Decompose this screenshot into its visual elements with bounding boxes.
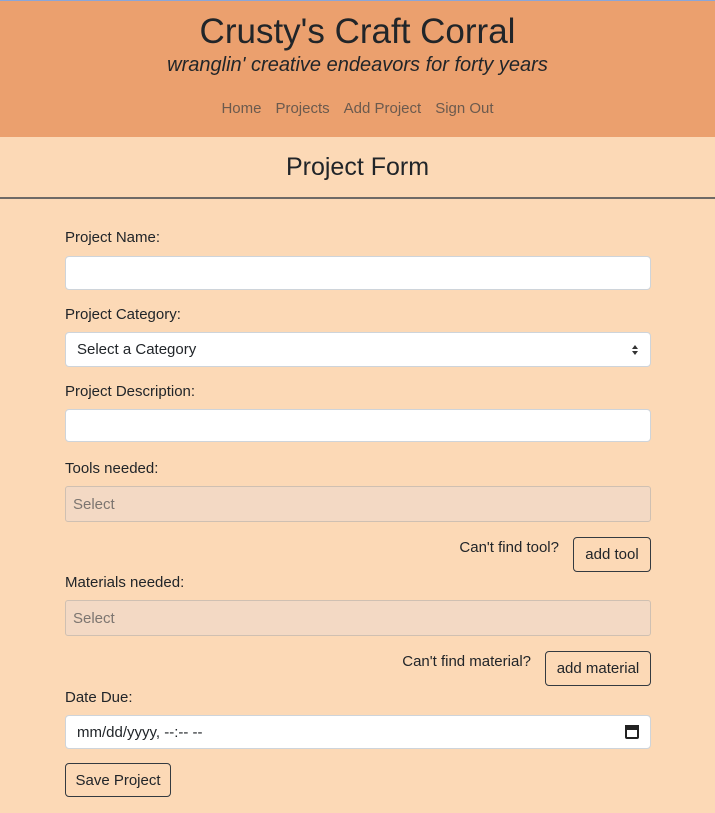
project-category-select[interactable]: Select a Category — [65, 332, 651, 367]
tools-placeholder: Select — [73, 495, 115, 513]
site-tagline: wranglin' creative endeavors for forty y… — [167, 54, 548, 76]
calendar-icon[interactable] — [625, 725, 639, 739]
nav-add-project-link[interactable]: Add Project — [344, 99, 422, 119]
date-due-label: Date Due: — [65, 689, 133, 706]
materials-multiselect[interactable]: Select — [65, 600, 651, 636]
site-title: Crusty's Craft Corral — [199, 12, 516, 51]
add-material-button[interactable]: add material — [545, 651, 651, 686]
date-due-input[interactable]: mm/dd/yyyy, --:-- -- — [65, 715, 651, 749]
tools-multiselect[interactable]: Select — [65, 486, 651, 522]
page-title: Project Form — [285, 153, 430, 181]
cant-find-material-text: Can't find material? — [402, 653, 531, 670]
project-description-label: Project Description: — [65, 383, 196, 400]
chevron-up-down-icon — [631, 344, 639, 356]
tools-needed-label: Tools needed: — [65, 460, 159, 477]
add-tool-button[interactable]: add tool — [573, 537, 651, 572]
site-header: Crusty's Craft Corral wranglin' creative… — [0, 1, 715, 137]
project-name-input[interactable] — [65, 256, 651, 290]
main-nav: Home Projects Add Project Sign Out — [0, 99, 715, 119]
project-name-label: Project Name: — [65, 229, 161, 246]
nav-sign-out-link[interactable]: Sign Out — [435, 99, 493, 119]
materials-needed-label: Materials needed: — [65, 574, 185, 591]
nav-home-link[interactable]: Home — [221, 99, 261, 119]
project-description-input[interactable] — [65, 409, 651, 442]
date-due-placeholder: mm/dd/yyyy, --:-- -- — [77, 723, 203, 741]
project-category-label: Project Category: — [65, 306, 181, 323]
project-category-value: Select a Category — [77, 341, 197, 358]
materials-placeholder: Select — [73, 609, 115, 627]
nav-projects-link[interactable]: Projects — [275, 99, 329, 119]
cant-find-tool-text: Can't find tool? — [459, 539, 559, 556]
save-project-button[interactable]: Save Project — [65, 763, 171, 797]
form-header: Project Form — [0, 137, 715, 199]
